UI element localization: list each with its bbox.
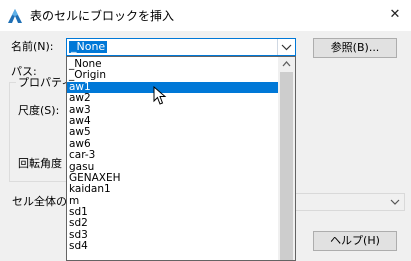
window-title: 表のセルにブロックを挿入 xyxy=(30,9,175,23)
dropdown-item[interactable]: kaidan1 xyxy=(67,183,279,195)
name-combobox-value: _None xyxy=(69,40,108,53)
dropdown-item[interactable]: aw1 xyxy=(67,81,279,94)
dropdown-scrollbar[interactable] xyxy=(278,57,295,260)
dropdown-items: _None _Origin aw1 aw2 aw3 aw4 aw5 aw6 car-3 gasu G… xyxy=(67,58,279,253)
name-combobox[interactable]: _None xyxy=(66,38,296,56)
autocad-logo-icon xyxy=(8,9,22,23)
dropdown-item[interactable]: aw4 xyxy=(67,115,279,127)
close-button[interactable]: ✕ xyxy=(383,4,407,26)
rotation-label: 回転角度 xyxy=(18,157,62,170)
chevron-down-icon xyxy=(390,199,400,205)
dropdown-item[interactable]: sd1 xyxy=(67,206,279,218)
cell-alignment-label: セル全体の xyxy=(12,195,67,208)
dropdown-item[interactable]: aw2 xyxy=(67,92,279,104)
mouse-pointer-icon xyxy=(153,86,167,105)
name-combobox-arrow[interactable] xyxy=(277,39,295,55)
dropdown-item[interactable]: aw5 xyxy=(67,126,279,138)
dropdown-item[interactable]: sd3 xyxy=(67,229,279,241)
dropdown-item[interactable]: aw6 xyxy=(67,138,279,150)
dropdown-item[interactable]: sd2 xyxy=(67,218,279,230)
help-button[interactable]: ヘルプ(H) xyxy=(313,231,397,251)
dropdown-item[interactable]: aw3 xyxy=(67,104,279,116)
dropdown-item[interactable]: sd4 xyxy=(67,240,279,252)
chevron-down-icon xyxy=(281,44,292,51)
scale-label: 尺度(S): xyxy=(18,104,60,117)
dropdown-item[interactable]: m xyxy=(67,195,279,207)
dropdown-item[interactable]: car-3 xyxy=(67,149,279,161)
block-name-dropdown-list[interactable]: _None _Origin aw1 aw2 aw3 aw4 aw5 aw6 car-3 gasu G… xyxy=(66,56,296,261)
close-icon: ✕ xyxy=(389,7,401,22)
dropdown-item[interactable]: _Origin xyxy=(67,69,279,81)
title-bar: 表のセルにブロックを挿入 ✕ xyxy=(0,0,411,31)
name-label: 名前(N): xyxy=(11,40,54,53)
browse-button[interactable]: 参照(B)... xyxy=(313,38,397,58)
scroll-up-arrow-icon[interactable] xyxy=(278,57,295,71)
scrollbar-thumb[interactable] xyxy=(280,72,293,260)
